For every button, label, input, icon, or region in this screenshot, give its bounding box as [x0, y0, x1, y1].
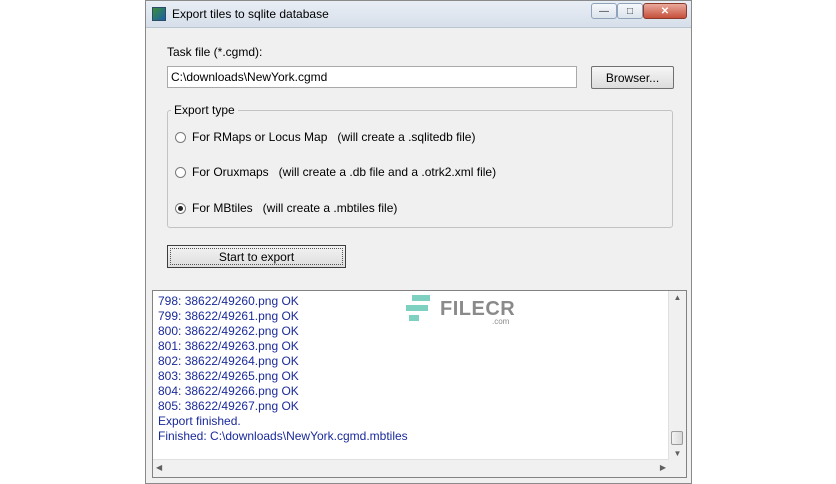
start-export-button[interactable]: Start to export	[167, 245, 346, 268]
export-dialog-window: Export tiles to sqlite database — □ ✕ Ta…	[145, 0, 692, 484]
log-line: 803: 38622/49265.png OK	[158, 369, 299, 383]
vertical-scrollbar[interactable]: ▲ ▼	[668, 291, 686, 460]
task-file-input[interactable]	[167, 66, 577, 88]
log-line: 799: 38622/49261.png OK	[158, 309, 299, 323]
radio-label: For RMaps or Locus Map (will create a .s…	[192, 130, 476, 144]
minimize-icon: —	[599, 5, 609, 17]
maximize-button[interactable]: □	[617, 3, 643, 19]
log-lines: 798: 38622/49260.png OK 799: 38622/49261…	[158, 294, 408, 444]
log-line: Finished: C:\downloads\NewYork.cgmd.mbti…	[158, 429, 408, 443]
radio-option-mbtiles[interactable]: For MBtiles (will create a .mbtiles file…	[175, 201, 397, 215]
maximize-icon: □	[626, 5, 634, 17]
export-type-legend: Export type	[171, 103, 238, 117]
log-line: 800: 38622/49262.png OK	[158, 324, 299, 338]
log-line: Export finished.	[158, 414, 241, 428]
horizontal-scrollbar[interactable]: ◀ ▶	[153, 459, 669, 477]
close-button[interactable]: ✕	[643, 3, 687, 19]
log-line: 805: 38622/49267.png OK	[158, 399, 299, 413]
log-line: 802: 38622/49264.png OK	[158, 354, 299, 368]
app-icon	[152, 7, 166, 21]
window-title: Export tiles to sqlite database	[172, 7, 329, 21]
vertical-scroll-thumb[interactable]	[671, 431, 683, 445]
log-line: 801: 38622/49263.png OK	[158, 339, 299, 353]
log-line: 804: 38622/49266.png OK	[158, 384, 299, 398]
minimize-button[interactable]: —	[591, 3, 617, 19]
log-output[interactable]: 798: 38622/49260.png OK 799: 38622/49261…	[152, 290, 687, 478]
radio-option-rmaps[interactable]: For RMaps or Locus Map (will create a .s…	[175, 130, 475, 144]
close-icon: ✕	[660, 5, 670, 17]
scroll-left-icon[interactable]: ◀	[156, 463, 162, 472]
log-line: 798: 38622/49260.png OK	[158, 294, 299, 308]
scroll-up-icon[interactable]: ▲	[669, 293, 686, 302]
radio-option-oruxmaps[interactable]: For Oruxmaps (will create a .db file and…	[175, 165, 496, 179]
scroll-down-icon[interactable]: ▼	[669, 449, 686, 458]
title-bar[interactable]: Export tiles to sqlite database — □ ✕	[146, 1, 691, 28]
scroll-right-icon[interactable]: ▶	[660, 463, 666, 472]
radio-label: For Oruxmaps (will create a .db file and…	[192, 165, 497, 179]
radio-label: For MBtiles (will create a .mbtiles file…	[192, 201, 398, 215]
radio-button[interactable]	[175, 131, 186, 143]
task-file-label: Task file (*.cgmd):	[167, 45, 263, 59]
radio-button-checked[interactable]	[175, 202, 186, 214]
browse-button[interactable]: Browser...	[591, 66, 674, 89]
scrollbar-corner	[669, 460, 686, 477]
radio-button[interactable]	[175, 166, 186, 178]
